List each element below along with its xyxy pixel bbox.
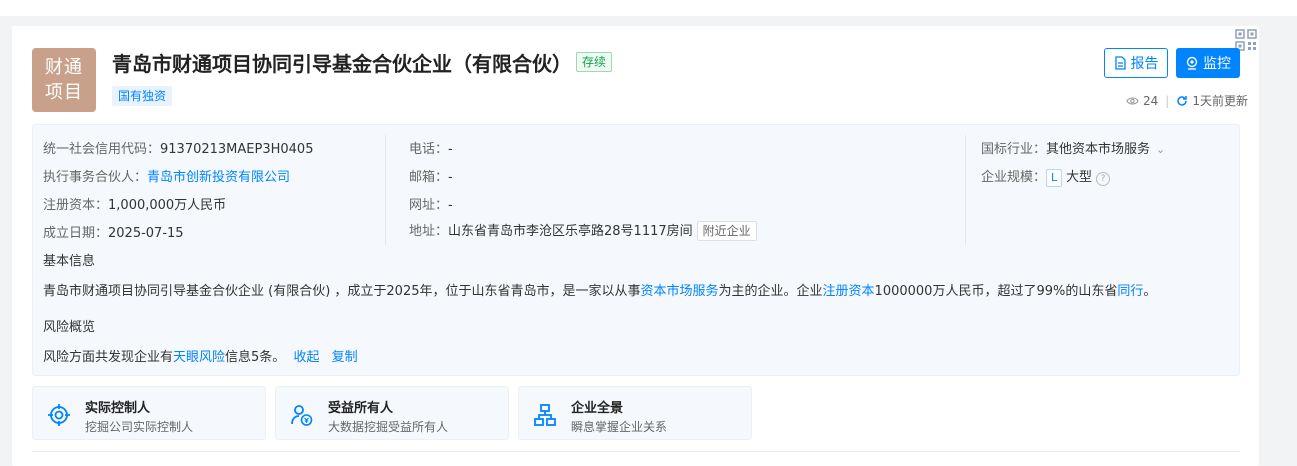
company-header-card: 财通 项目 青岛市财通项目协同引导基金合伙企业（有限合伙） 存续 国有独资 报告	[12, 26, 1259, 466]
scale-value: 大型	[1066, 170, 1093, 185]
nearby-companies-button[interactable]: 附近企业	[696, 221, 757, 241]
basic-info-heading: 基本信息	[43, 254, 96, 269]
view-count: 24	[1143, 93, 1159, 108]
column-divider	[965, 135, 966, 245]
info-panel: 统一社会信用代码：91370213MAEP3H0405 执行事务合伙人：青岛市创…	[32, 124, 1240, 376]
document-icon	[1114, 56, 1126, 70]
company-logo: 财通 项目	[32, 48, 96, 112]
credit-code-row: 统一社会信用代码：91370213MAEP3H0405	[43, 138, 313, 157]
feature-title: 实际控制人	[85, 401, 151, 416]
refresh-icon[interactable]	[1176, 95, 1188, 107]
top-bar	[0, 0, 1297, 16]
phone-label: 电话：	[409, 142, 449, 157]
address-label: 地址：	[409, 224, 449, 239]
founded-value: 2025-07-15	[108, 226, 184, 241]
credit-code-label: 统一社会信用代码：	[43, 142, 161, 157]
desc-text: 为主的企业。企业	[718, 284, 823, 299]
capital-row: 注册资本：1,000,000万人民币	[43, 194, 226, 213]
website-row: 网址：-	[409, 194, 453, 213]
divider	[32, 451, 1240, 452]
basic-info-description: 青岛市财通项目协同引导基金合伙企业 (有限合伙) ，成立于2025年，位于山东省…	[43, 280, 1156, 299]
collapse-button[interactable]: 收起	[293, 350, 319, 365]
eye-icon	[1126, 96, 1139, 105]
desc-text: 1000000万人民币，超过了99%的山东省	[874, 284, 1118, 299]
help-icon[interactable]: ?	[1096, 172, 1111, 186]
tianyan-risk-link[interactable]: 天眼风险	[173, 350, 225, 365]
user-money-icon	[291, 405, 313, 426]
risk-text: 信息5条。	[225, 350, 286, 365]
copy-button[interactable]: 复制	[332, 350, 358, 365]
feature-beneficial-owner[interactable]: 受益所有人 大数据挖掘受益所有人	[275, 386, 509, 440]
monitor-icon	[1186, 56, 1198, 70]
scale-row: 企业规模： L 大型?	[981, 166, 1111, 187]
column-divider	[385, 135, 386, 245]
partner-link[interactable]: 青岛市创新投资有限公司	[147, 170, 290, 185]
website-value: -	[448, 198, 453, 213]
feature-subtitle: 瞬息掌握企业关系	[571, 420, 668, 434]
industry-label: 国标行业：	[981, 142, 1047, 157]
logo-line-2: 项目	[45, 82, 83, 103]
scale-badge: L	[1046, 169, 1063, 187]
founded-row: 成立日期：2025-07-15	[43, 222, 184, 241]
feature-actual-controller[interactable]: 实际控制人 挖掘公司实际控制人	[32, 386, 266, 440]
credit-code-value: 91370213MAEP3H0405	[160, 142, 314, 157]
email-value: -	[448, 170, 453, 185]
registered-capital-link[interactable]: 注册资本	[823, 284, 875, 299]
phone-row: 电话：-	[409, 138, 453, 157]
address-value: 山东省青岛市李沧区乐亭路28号1117房间	[448, 224, 693, 239]
company-name: 青岛市财通项目协同引导基金合伙企业（有限合伙）	[112, 52, 572, 76]
feature-subtitle: 大数据挖掘受益所有人	[328, 420, 449, 434]
feature-enterprise-panorama[interactable]: 企业全景 瞬息掌握企业关系	[518, 386, 752, 440]
risk-text: 风险方面共发现企业有	[43, 350, 174, 365]
risk-overview-heading: 风险概览	[43, 320, 96, 335]
email-label: 邮箱：	[409, 170, 449, 185]
feature-title: 受益所有人	[328, 401, 394, 416]
report-button[interactable]: 报告	[1104, 48, 1168, 78]
capital-value: 1,000,000万人民币	[108, 198, 227, 213]
feature-title: 企业全景	[571, 401, 624, 416]
scale-label: 企业规模：	[981, 170, 1047, 185]
desc-text: 青岛市财通项目协同引导基金合伙企业 (有限合伙) ，成立于2025年，位于山东省…	[43, 284, 641, 299]
ownership-tag[interactable]: 国有独资	[112, 86, 173, 106]
status-badge: 存续	[576, 52, 613, 72]
monitor-button[interactable]: 监控	[1176, 48, 1240, 78]
monitor-label: 监控	[1203, 56, 1231, 72]
logo-line-1: 财通	[45, 57, 83, 78]
capital-label: 注册资本：	[43, 198, 109, 213]
report-label: 报告	[1130, 56, 1159, 72]
stats-divider: |	[1165, 93, 1170, 108]
address-row: 地址：山东省青岛市李沧区乐亭路28号1117房间 附近企业	[409, 220, 757, 241]
peers-link[interactable]: 同行	[1117, 284, 1143, 299]
industry-row: 国标行业：其他资本市场服务 ⌄	[981, 138, 1165, 157]
founded-label: 成立日期：	[43, 226, 109, 241]
phone-value: -	[448, 142, 453, 157]
industry-value: 其他资本市场服务	[1046, 142, 1151, 157]
website-label: 网址：	[409, 198, 449, 213]
target-icon	[48, 404, 70, 426]
chevron-down-icon[interactable]: ⌄	[1156, 143, 1165, 156]
risk-overview-text: 风险方面共发现企业有天眼风险信息5条。 收起 复制	[43, 346, 358, 365]
update-time: 1天前更新	[1192, 94, 1248, 108]
email-row: 邮箱：-	[409, 166, 453, 185]
feature-subtitle: 挖掘公司实际控制人	[85, 420, 194, 434]
partner-row: 执行事务合伙人：青岛市创新投资有限公司	[43, 166, 290, 185]
org-chart-icon	[534, 404, 556, 426]
partner-label: 执行事务合伙人：	[43, 170, 148, 185]
desc-text: 。	[1143, 284, 1157, 299]
page-stats: 24 | 1天前更新	[1126, 92, 1248, 109]
industry-link[interactable]: 资本市场服务	[641, 284, 719, 299]
